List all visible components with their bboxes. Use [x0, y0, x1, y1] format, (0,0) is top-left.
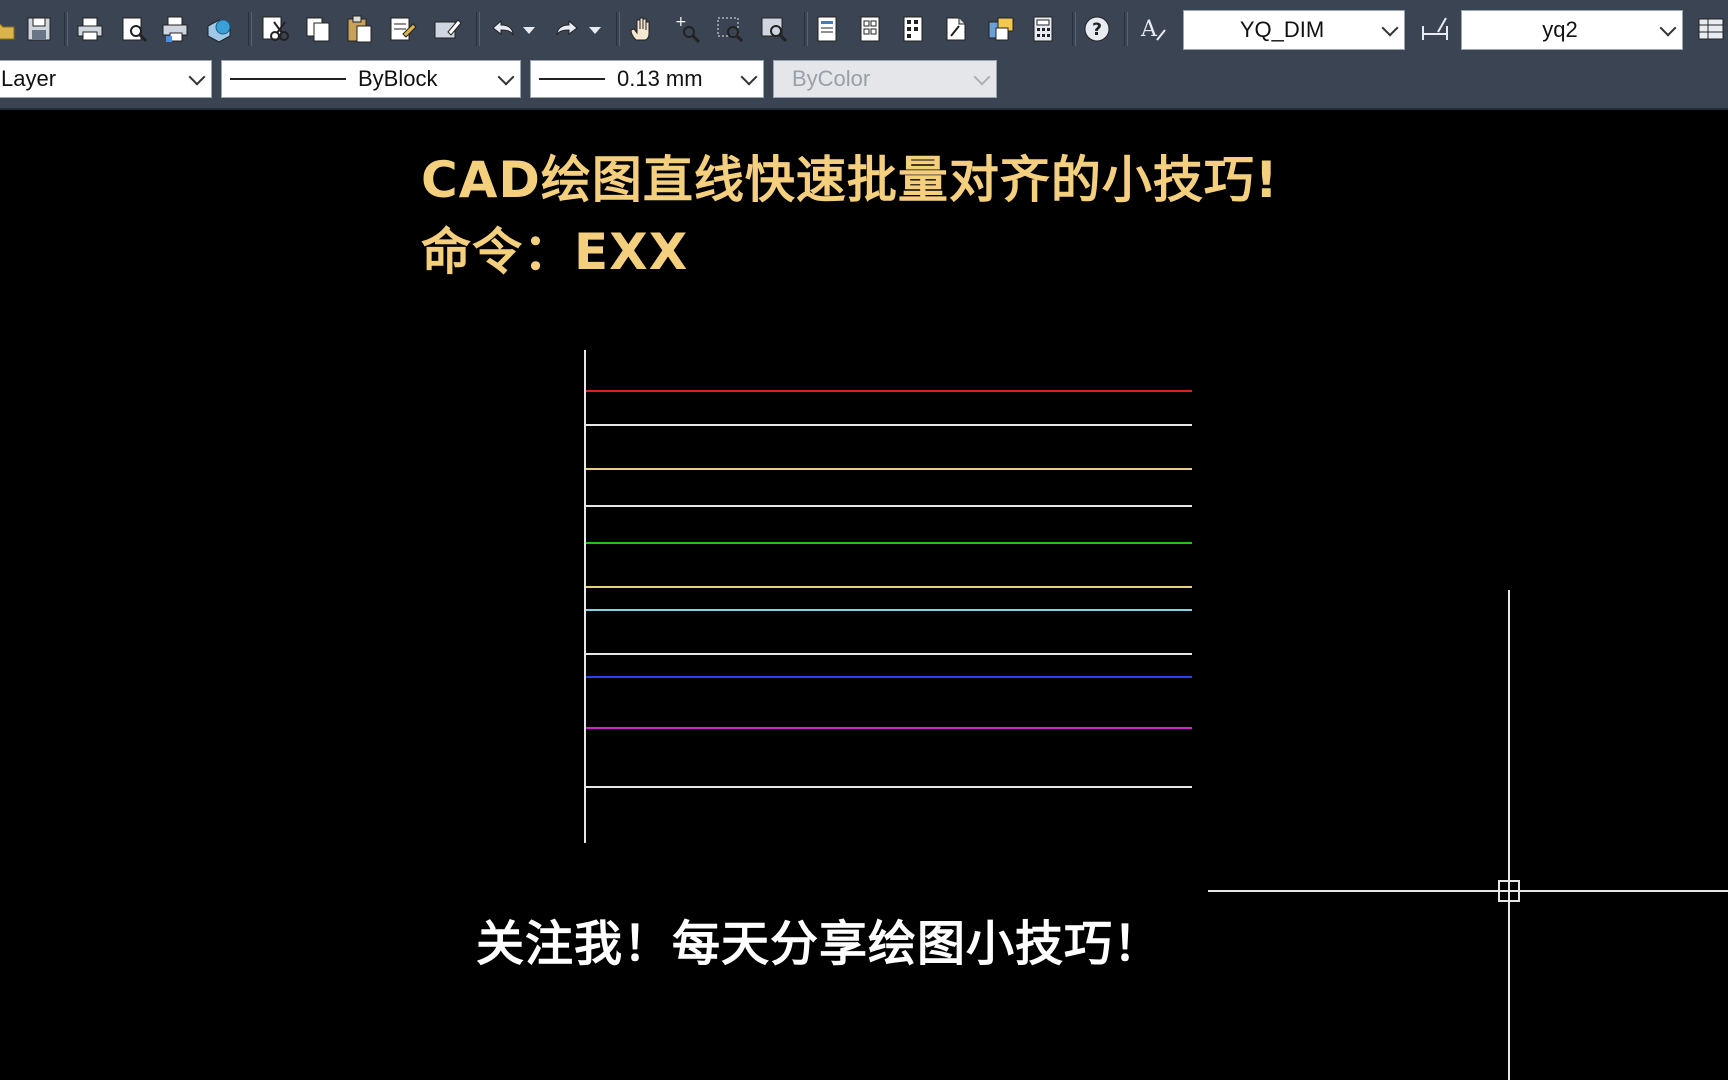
block-editor-icon[interactable] [430, 10, 464, 48]
quick-calc-icon[interactable] [1026, 10, 1060, 48]
layer-select[interactable]: Layer [0, 60, 212, 98]
plot-style-value: ByColor [792, 66, 871, 91]
toolbar-separator [64, 12, 68, 46]
undo-dropdown-icon[interactable] [519, 10, 539, 48]
zoom-window-icon[interactable] [713, 10, 747, 48]
horizontal-lines-group [586, 390, 1192, 788]
toolbar-separator [476, 12, 480, 46]
cut-icon[interactable] [258, 10, 292, 48]
svg-text:?: ? [1092, 20, 1102, 40]
match-properties-icon[interactable] [385, 10, 419, 48]
open-icon[interactable] [0, 10, 20, 48]
help-icon[interactable]: ? [1080, 10, 1114, 48]
chevron-down-icon [1381, 19, 1399, 37]
plot-style-select: ByColor [773, 60, 997, 98]
lineweight-select[interactable]: 0.13 mm [530, 60, 764, 98]
chevron-down-icon [188, 68, 206, 86]
dim-style-icon[interactable] [1418, 10, 1452, 48]
toolbar-separator [1124, 12, 1128, 46]
standard-toolbar: + ? A YQ_DIM yq2 [0, 0, 1728, 59]
linetype-select[interactable]: ByBlock [221, 60, 521, 98]
mleader-style-value: yq2 [1542, 17, 1578, 42]
crosshair-cursor [1208, 590, 1728, 1080]
redo-icon[interactable] [551, 10, 585, 48]
toolbar-separator [248, 12, 252, 46]
design-center-icon[interactable] [853, 10, 887, 48]
print-icon[interactable] [73, 10, 107, 48]
undo-icon[interactable] [485, 10, 519, 48]
chevron-down-icon [973, 68, 991, 86]
zoom-realtime-icon[interactable]: + [670, 10, 704, 48]
drawing-title-line2: 命令：EXX [421, 223, 689, 281]
print-preview-icon[interactable] [117, 10, 151, 48]
mleader-style-select[interactable]: yq2 [1461, 10, 1683, 50]
sheet-set-icon[interactable] [939, 10, 973, 48]
footer-caption: 关注我！每天分享绘图小技巧！ [476, 916, 1163, 972]
copy-icon[interactable] [301, 10, 335, 48]
properties-toolbar: Layer ByBlock 0.13 mm ByColor [0, 58, 1728, 110]
publish-icon[interactable] [158, 10, 192, 48]
lineweight-value: 0.13 mm [617, 66, 703, 91]
zoom-previous-icon[interactable] [757, 10, 791, 48]
pickbox-icon [1498, 880, 1520, 902]
toolbar-separator [616, 12, 620, 46]
redo-dropdown-icon[interactable] [585, 10, 605, 48]
table-style-icon[interactable] [1694, 10, 1728, 48]
chevron-down-icon [497, 68, 515, 86]
markup-icon[interactable] [984, 10, 1018, 48]
linetype-sample [230, 78, 346, 80]
paste-icon[interactable] [342, 10, 376, 48]
svg-text:A: A [1140, 17, 1158, 42]
toolbar-separator [804, 12, 808, 46]
properties-icon[interactable] [810, 10, 844, 48]
lineweight-sample [539, 78, 605, 80]
pan-icon[interactable] [626, 10, 660, 48]
chevron-down-icon [1659, 19, 1677, 37]
layer-value: Layer [1, 66, 57, 91]
3d-view-icon[interactable] [202, 10, 236, 48]
save-icon[interactable] [22, 10, 56, 48]
drawing-title-line1: CAD绘图直线快速批量对齐的小技巧! [421, 151, 1279, 209]
tool-palettes-icon[interactable] [896, 10, 930, 48]
dim-style-select[interactable]: YQ_DIM [1183, 10, 1405, 50]
chevron-down-icon [740, 68, 758, 86]
dim-style-value: YQ_DIM [1239, 17, 1325, 42]
text-style-icon[interactable]: A [1137, 10, 1171, 48]
linetype-value: ByBlock [358, 66, 438, 91]
toolbar-separator [1072, 12, 1076, 46]
